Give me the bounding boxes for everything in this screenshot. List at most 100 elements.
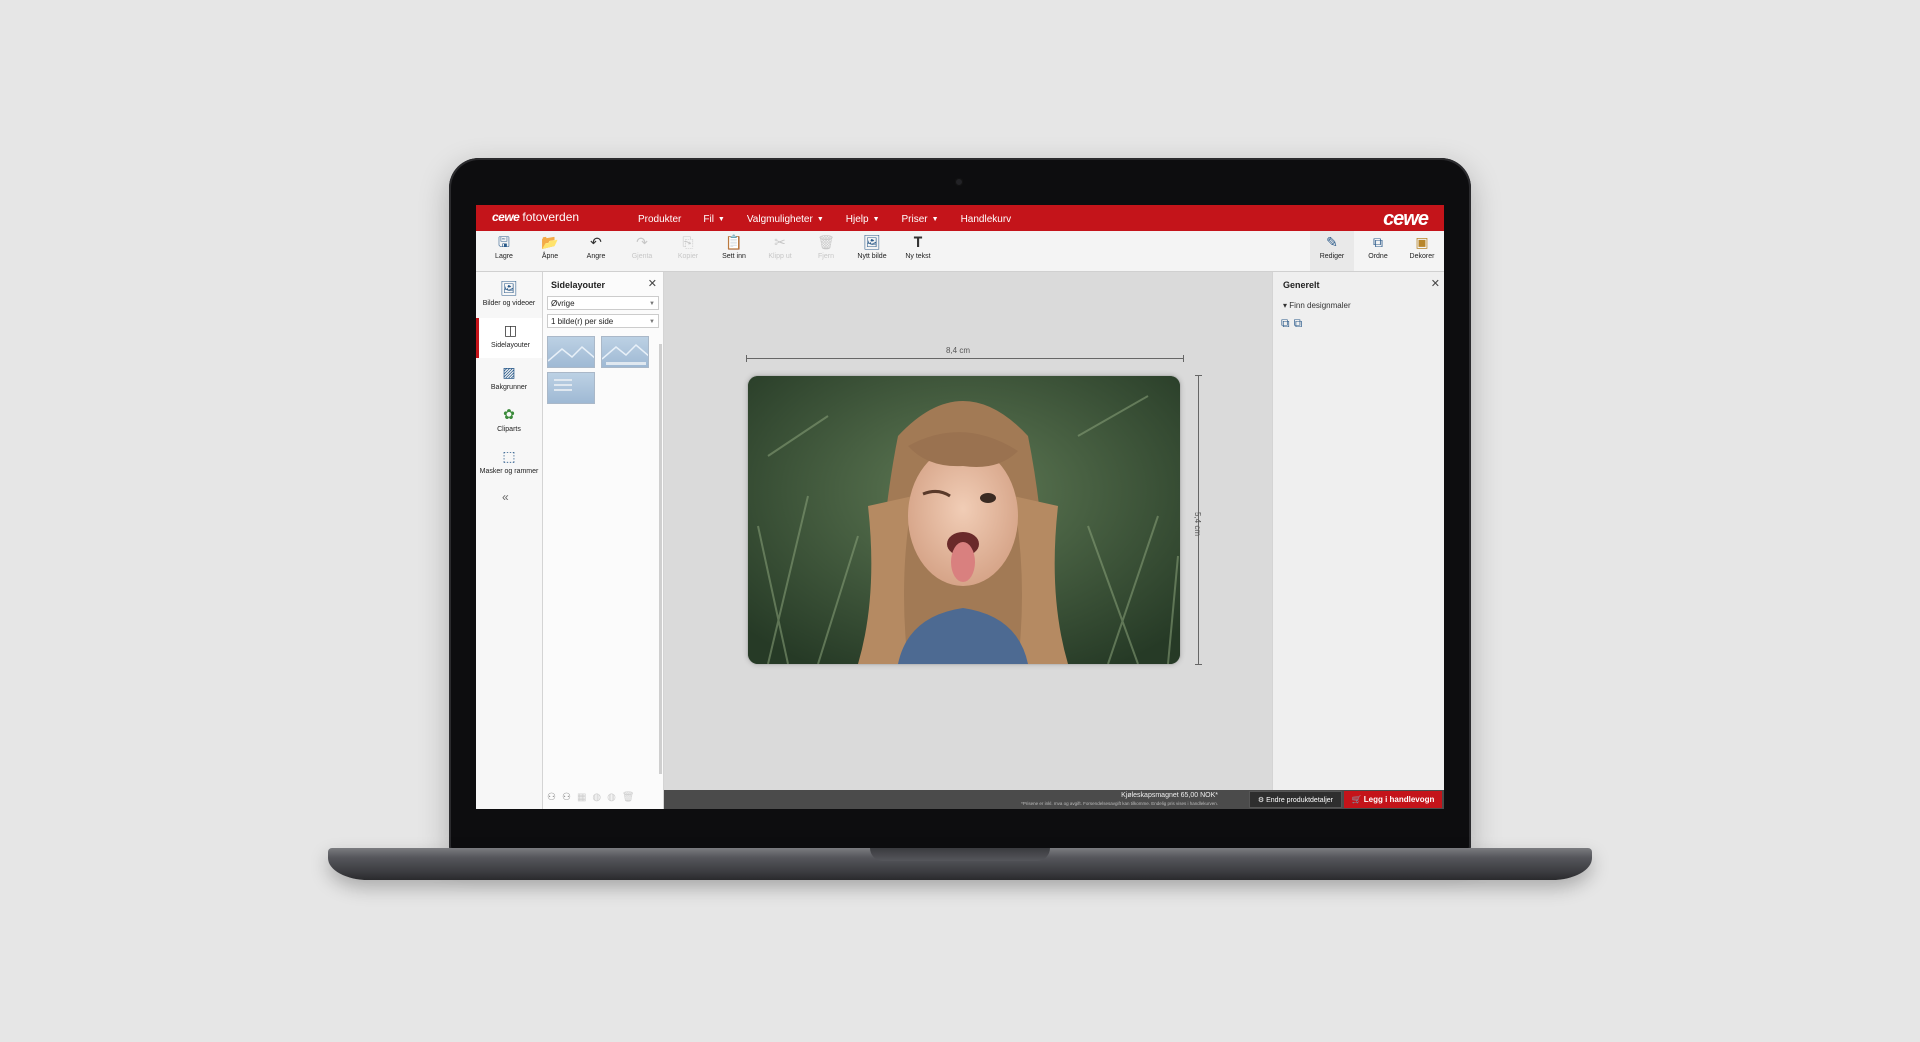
add-to-cart-button[interactable]: 🛒 Legg i handlevogn bbox=[1344, 791, 1442, 808]
new-text-button[interactable]: 𝐓 Ny tekst bbox=[896, 231, 940, 271]
images-per-page-value: 1 bilde(r) per side bbox=[551, 317, 614, 326]
chevron-down-icon: ▼ bbox=[816, 216, 824, 223]
category-select[interactable]: Øvrige ▼ bbox=[547, 296, 659, 310]
panel-footer-tools: ⚇ ⚇ ▦ ◍ ◍ 🗑 bbox=[547, 792, 635, 803]
globe-icon[interactable]: ◍ bbox=[592, 792, 601, 803]
cut-button[interactable]: ✂ Klipp ut bbox=[758, 231, 802, 271]
edit-label: Rediger bbox=[1319, 253, 1345, 260]
undo-icon: ↶ bbox=[590, 234, 602, 250]
nav-label: Masker og rammer bbox=[479, 468, 539, 475]
status-bar: Kjøleskapsmagnet 65,00 NOK* *Prisene er … bbox=[664, 790, 1444, 809]
product-photo[interactable] bbox=[748, 376, 1180, 664]
menu-label: Produkter bbox=[638, 214, 682, 225]
copy-button[interactable]: ⎘ Kopier bbox=[666, 231, 710, 271]
group-add-icon[interactable]: ⚇ bbox=[562, 792, 571, 803]
scissors-icon: ✂ bbox=[774, 234, 786, 250]
text-plus-icon: 𝐓 bbox=[913, 234, 923, 250]
edit-icon: ✎ bbox=[1326, 234, 1338, 250]
nav-label: Bakgrunner bbox=[490, 384, 528, 391]
width-dimension-line bbox=[746, 355, 1184, 362]
paste-button[interactable]: 📋 Sett inn bbox=[712, 231, 756, 271]
delete-label: Fjern bbox=[818, 253, 834, 260]
close-icon[interactable]: ✕ bbox=[1431, 277, 1440, 290]
menu-label: Hjelp bbox=[845, 214, 869, 225]
chevron-down-icon: ▼ bbox=[649, 319, 655, 325]
menu-label: Priser bbox=[901, 214, 928, 225]
menu-hjelp[interactable]: Hjelp ▼ bbox=[846, 214, 880, 225]
template-icon[interactable]: ⧉ bbox=[1294, 316, 1303, 331]
menu-bar: cewe fotoverden Produkter Fil ▼ Valgmuligh… bbox=[476, 205, 1444, 231]
template-icons: ⧉ ⧉ bbox=[1281, 316, 1302, 331]
nav-bakgrunner[interactable]: ▨ Bakgrunner bbox=[476, 360, 542, 400]
arrange-icon: ⧉ bbox=[1373, 234, 1383, 250]
nav-label: Cliparts bbox=[497, 426, 521, 433]
close-icon[interactable]: ✕ bbox=[648, 277, 657, 290]
layout-thumbnail[interactable] bbox=[547, 372, 595, 404]
copy-label: Kopier bbox=[677, 253, 699, 260]
photo-image bbox=[748, 376, 1180, 664]
paste-label: Sett inn bbox=[722, 253, 746, 260]
decorate-frame-icon: ▣ bbox=[1415, 234, 1429, 250]
template-icon[interactable]: ⧉ bbox=[1281, 316, 1290, 331]
image-plus-icon: 🖼 bbox=[863, 234, 881, 250]
product-details-button[interactable]: ⚙ Endre produktdetaljer bbox=[1248, 791, 1342, 808]
chevron-down-icon: ▼ bbox=[931, 216, 939, 223]
new-image-button[interactable]: 🖼 Nytt bilde bbox=[850, 231, 894, 271]
properties-title: Generelt bbox=[1283, 280, 1320, 290]
new-text-label: Ny tekst bbox=[905, 253, 931, 260]
delete-button[interactable]: 🗑 Fjern bbox=[804, 231, 848, 271]
paste-icon: 📋 bbox=[725, 234, 743, 250]
trash-icon[interactable]: 🗑 bbox=[622, 792, 635, 803]
nav-masker-og-rammer[interactable]: ⬚ Masker og rammer bbox=[476, 444, 542, 484]
undo-button[interactable]: ↶ Angre bbox=[574, 231, 618, 271]
copy-icon: ⎘ bbox=[682, 234, 694, 250]
brand: cewe fotoverden bbox=[492, 210, 579, 224]
chevron-down-icon: ▼ bbox=[872, 216, 880, 223]
panel-title: Sidelayouter bbox=[551, 280, 606, 290]
save-button[interactable]: 🖫 Lagre bbox=[482, 231, 526, 271]
laptop-notch bbox=[870, 848, 1050, 861]
price-note: *Prisene er inkl. mva og avgift. Forsend… bbox=[1021, 801, 1218, 806]
arrange-button[interactable]: ⧉ Ordne bbox=[1356, 231, 1400, 271]
save-label: Lagre bbox=[495, 253, 513, 260]
cewe-logo: cewe bbox=[1383, 208, 1429, 230]
nav-bilder-og-videoer[interactable]: 🖼 Bilder og videoer bbox=[476, 276, 542, 316]
left-navigation: 🖼 Bilder og videoer ◫ Sidelayouter ▨ Bakgru… bbox=[476, 272, 543, 809]
open-button[interactable]: 📂 Åpne bbox=[528, 231, 572, 271]
decorate-button[interactable]: ▣ Dekorer bbox=[1400, 231, 1444, 271]
nav-label: Bilder og videoer bbox=[482, 300, 536, 307]
menu-label: Valgmuligheter bbox=[746, 214, 813, 225]
layout-panel: Sidelayouter ✕ Øvrige ▼ 1 bilde(r) per si… bbox=[543, 272, 664, 809]
properties-panel: Generelt ✕ ▾ Finn designmaler ⧉ ⧉ bbox=[1272, 272, 1444, 790]
nav-sidelayouter[interactable]: ◫ Sidelayouter bbox=[476, 318, 542, 358]
help-icon[interactable]: ◍ bbox=[607, 792, 616, 803]
menu-produkter[interactable]: Produkter bbox=[638, 214, 681, 225]
menu-priser[interactable]: Priser ▼ bbox=[902, 214, 939, 225]
text-lines-icon bbox=[554, 379, 572, 391]
height-dimension-label: 5,4 cm bbox=[1193, 512, 1202, 537]
toolbar: 🖫 Lagre 📂 Åpne ↶ Angre ↷ Gjenta ⎘ Kopier 📋 Set… bbox=[476, 231, 1444, 272]
collapse-chevron-icon[interactable]: « bbox=[502, 490, 509, 504]
width-dimension-label: 8,4 cm bbox=[946, 346, 971, 355]
menu-valgmuligheter[interactable]: Valgmuligheter ▼ bbox=[747, 214, 824, 225]
clipart-icon: ✿ bbox=[503, 406, 515, 422]
undo-label: Angre bbox=[586, 253, 606, 260]
layout-thumbnail[interactable] bbox=[601, 336, 649, 368]
nav-label: Sidelayouter bbox=[491, 342, 530, 349]
layout-thumbnail[interactable] bbox=[547, 336, 595, 368]
decorate-label: Dekorer bbox=[1409, 253, 1435, 260]
brand-name: fotoverden bbox=[522, 210, 580, 224]
nav-cliparts[interactable]: ✿ Cliparts bbox=[476, 402, 542, 442]
menu-label: Fil bbox=[703, 214, 714, 225]
grid-icon[interactable]: ▦ bbox=[577, 792, 586, 803]
menu-fil[interactable]: Fil ▼ bbox=[703, 214, 725, 225]
redo-button[interactable]: ↷ Gjenta bbox=[620, 231, 664, 271]
find-templates-toggle[interactable]: ▾ Finn designmaler bbox=[1283, 301, 1351, 310]
edit-button[interactable]: ✎ Rediger bbox=[1310, 231, 1354, 271]
images-per-page-select[interactable]: 1 bilde(r) per side ▼ bbox=[547, 314, 659, 328]
menu-handlekurv[interactable]: Handlekurv bbox=[961, 214, 1012, 225]
panel-scrollbar[interactable] bbox=[659, 344, 662, 774]
main-menu: Produkter Fil ▼ Valgmuligheter ▼ Hjelp ▼ Pr… bbox=[638, 214, 1011, 225]
layout-icon: ◫ bbox=[503, 322, 518, 338]
group-icon[interactable]: ⚇ bbox=[547, 792, 556, 803]
